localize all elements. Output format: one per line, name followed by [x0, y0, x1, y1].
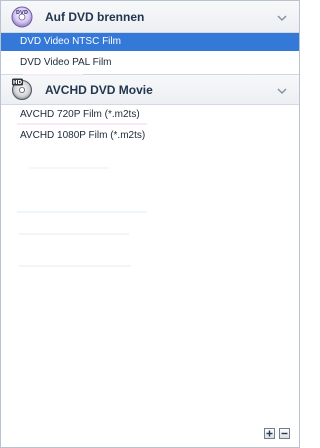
render-artifact — [19, 265, 131, 267]
list-item-dvd-pal[interactable]: DVD Video PAL Film — [1, 54, 299, 72]
hd-dvd-disc-icon: HD — [11, 78, 33, 100]
collapse-chevron-icon[interactable] — [276, 11, 288, 23]
remove-button[interactable] — [279, 428, 290, 439]
group-header-dvd[interactable]: DVD Auf DVD brennen — [1, 1, 299, 33]
group-header-avchd[interactable]: HD AVCHD DVD Movie — [1, 74, 299, 105]
remove-icon — [280, 429, 289, 438]
add-icon — [265, 429, 274, 438]
add-button[interactable] — [264, 428, 275, 439]
group-title: Auf DVD brennen — [45, 10, 145, 24]
svg-text:DVD: DVD — [16, 10, 28, 16]
list-item-label: AVCHD 720P Film (*.m2ts) — [20, 109, 140, 120]
render-artifact — [19, 233, 129, 235]
render-artifact — [17, 211, 147, 213]
dvd-disc-icon: DVD — [11, 6, 33, 28]
list-item-label: DVD Video PAL Film — [20, 57, 112, 68]
list-item-avchd-1080p[interactable]: AVCHD 1080P Film (*.m2ts) — [1, 127, 299, 145]
list-item-label: AVCHD 1080P Film (*.m2ts) — [20, 130, 146, 141]
list-item-label: DVD Video NTSC Film — [20, 36, 121, 47]
group-title: AVCHD DVD Movie — [45, 83, 153, 97]
svg-text:HD: HD — [13, 80, 23, 86]
collapse-chevron-icon[interactable] — [276, 84, 288, 96]
list-item-avchd-720p[interactable]: AVCHD 720P Film (*.m2ts) — [1, 106, 299, 124]
render-artifact — [23, 74, 83, 76]
list-item-dvd-ntsc[interactable]: DVD Video NTSC Film — [1, 33, 299, 51]
render-artifact — [17, 123, 147, 125]
format-list-panel: DVD Auf DVD brennen DVD Video NTSC Film … — [0, 0, 300, 448]
render-artifact — [29, 167, 109, 169]
